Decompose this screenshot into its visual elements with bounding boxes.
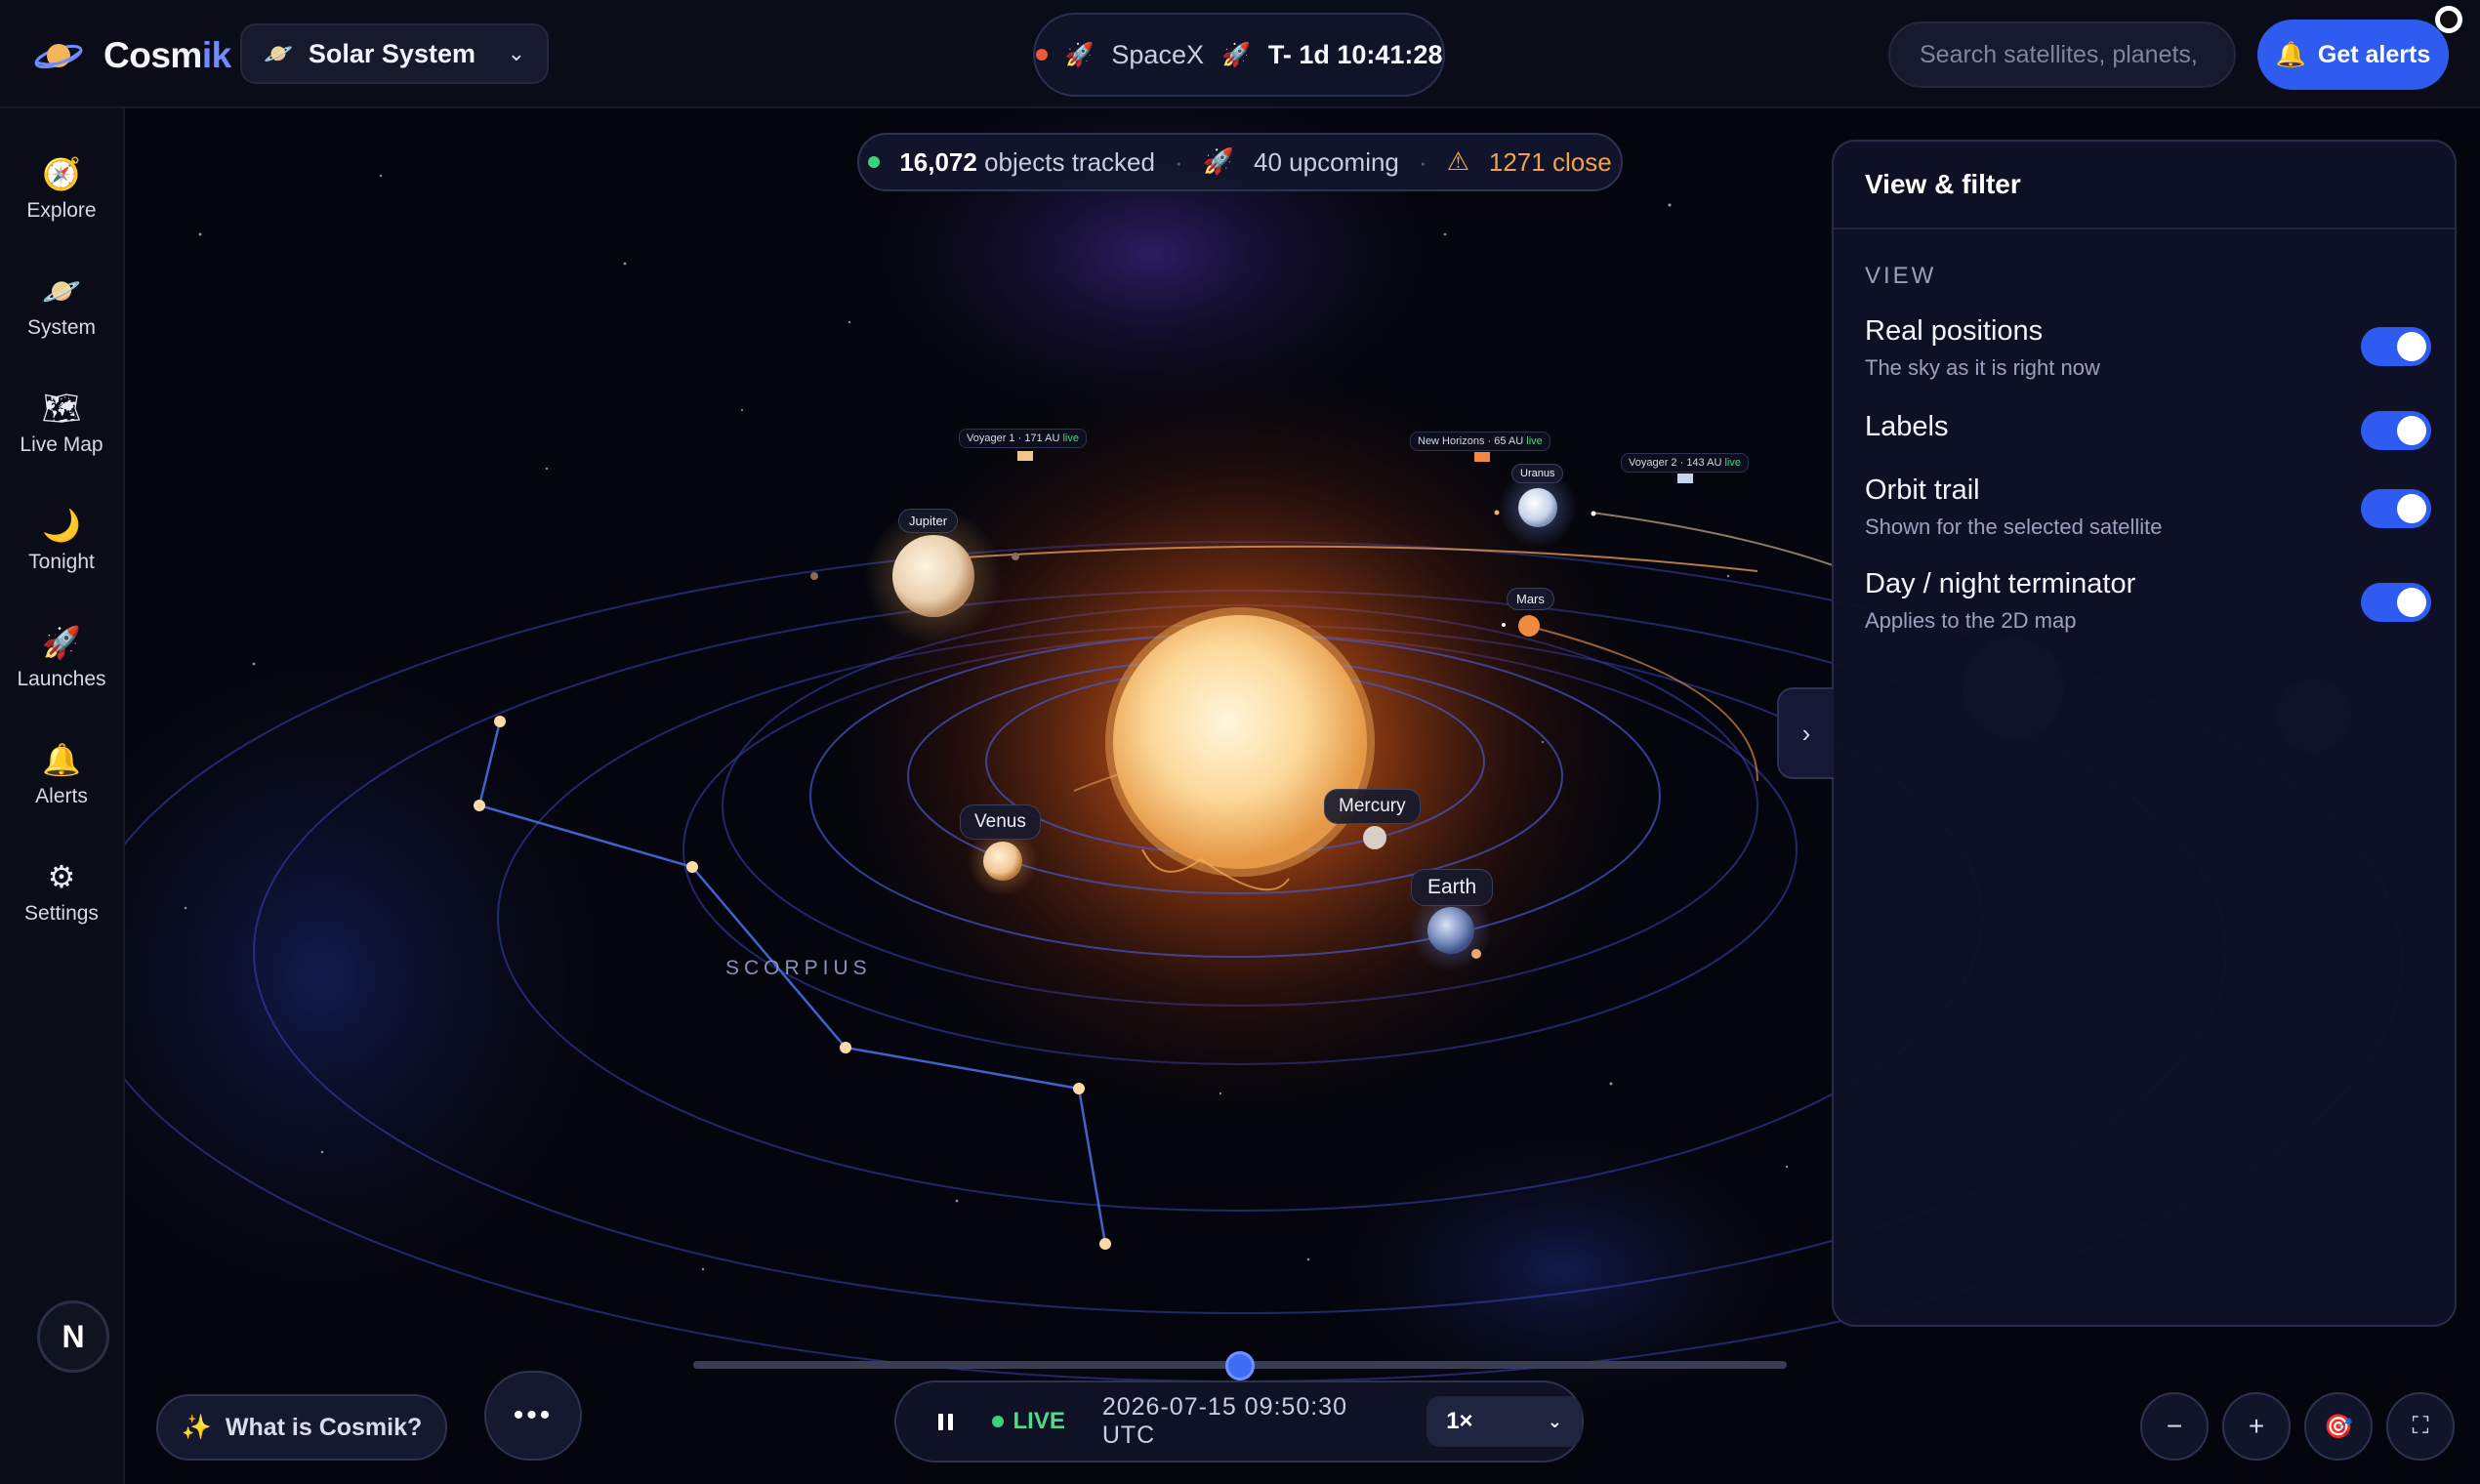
get-alerts-button[interactable]: 🔔 Get alerts [2257,20,2449,90]
target-icon: 🎯 [2324,1413,2353,1440]
time-controls: LIVE 2026-07-15 09:50:30 UTC 1× ⌄ [894,1381,1584,1463]
live-dot [991,1416,1004,1427]
tracked-label: objects tracked [984,146,1155,177]
warning-icon: ⚠ [1446,147,1469,177]
map-icon: 🗺 [41,390,82,427]
search-input[interactable] [1888,21,2236,88]
tracked-count: 16,072 [899,146,977,177]
view-filter-panel: View & filter VIEW Real positions The sk… [1832,140,2457,1327]
chevron-right-icon: › [1801,718,1811,748]
toggle-row-orbit-trail: Orbit trail Shown for the selected satel… [1865,474,2431,540]
bell-icon: 🔔 [42,741,81,778]
sidebar-item-settings[interactable]: ⚙ Settings [0,845,123,942]
sidebar-item-live-map[interactable]: 🗺 Live Map [0,376,123,474]
pause-icon [948,1413,954,1430]
toggle-label: Orbit trail [1865,474,1980,506]
sidebar-item-explore[interactable]: 🧭 Explore [0,142,123,239]
toggle-row-real-positions: Real positions The sky as it is right no… [1865,315,2431,381]
app-logo[interactable]: Cosmik [33,30,231,81]
bell-icon: 🔔 [2275,40,2306,68]
scope-selector[interactable]: 🪐 Solar System ⌄ [240,23,549,84]
planet-label-jupiter[interactable]: Jupiter [898,509,959,533]
toggle-label: Day / night terminator [1865,568,2136,599]
labels-toggle[interactable] [2361,411,2431,450]
planet-label-venus[interactable]: Venus [960,804,1041,840]
planet-icon: 🪐 [264,40,293,67]
chevron-down-icon: ⌄ [1547,1411,1562,1431]
panel-collapse-button[interactable]: › [1777,687,1834,779]
rocket-icon: 🚀 [42,624,81,661]
toggle-description: Applies to the 2D map [1865,608,2077,633]
toggle-label: Labels [1865,411,1949,442]
planet-label-uranus[interactable]: Uranus [1511,464,1564,483]
launch-countdown: T- 1d 10:41:28 [1267,39,1443,69]
fullscreen-icon: ⛶ [2412,1413,2429,1439]
sparkles-icon: ✨ [181,1413,212,1441]
planet-label-mars[interactable]: Mars [1507,588,1554,610]
orbit-trail-toggle[interactable] [2361,489,2431,528]
probe-label-new-horizons[interactable]: New Horizons · 65 AU live [1410,432,1550,451]
rocket-icon: 🚀 [1220,41,1251,68]
planet-label-mercury[interactable]: Mercury [1324,789,1421,824]
minus-icon: − [2166,1411,2183,1441]
toggle-label: Real positions [1865,315,2044,347]
zoom-out-button[interactable]: − [2140,1392,2209,1461]
tracking-stats: 16,072 objects tracked · 🚀 40 upcoming ·… [857,133,1623,191]
recenter-button[interactable]: 🎯 [2304,1392,2373,1461]
top-bar: Cosmik 🪐 Solar System ⌄ 🚀 SpaceX 🚀 T- 1d… [0,0,2480,108]
more-options-button[interactable]: ••• [484,1371,582,1461]
avatar[interactable]: N [37,1300,109,1373]
speed-selector[interactable]: 1× ⌄ [1426,1396,1582,1447]
zoom-in-button[interactable]: + [2222,1392,2291,1461]
status-dot [868,156,881,168]
probe-label-voyager-1[interactable]: Voyager 1 · 171 AU live [959,429,1087,448]
gear-icon: ⚙ [47,858,76,895]
sidebar-item-launches[interactable]: 🚀 Launches [0,610,123,708]
probe-label-voyager-2[interactable]: Voyager 2 · 143 AU live [1621,453,1749,473]
panel-title: View & filter [1834,142,2455,229]
fullscreen-button[interactable]: ⛶ [2386,1392,2455,1461]
stats-separator: · [1174,146,1183,177]
live-indicator[interactable]: LIVE [991,1408,1065,1435]
rocket-icon: 🚀 [1202,147,1235,177]
planet-label-earth[interactable]: Earth [1411,869,1494,906]
section-heading-view: VIEW [1865,263,1937,289]
sidebar-nav: 🧭 Explore 🪐 System 🗺 Live Map 🌙 Tonight … [0,108,125,1484]
app-name: Cosmik [103,35,231,75]
sidebar-item-alerts[interactable]: 🔔 Alerts [0,727,123,825]
moon-icon: 🌙 [42,507,81,544]
sidebar-item-system[interactable]: 🪐 System [0,259,123,356]
real-positions-toggle[interactable] [2361,327,2431,366]
day-night-terminator-toggle[interactable] [2361,583,2431,622]
toggle-row-day-night: Day / night terminator Applies to the 2D… [1865,568,2431,634]
pause-button[interactable] [922,1397,971,1446]
next-launch-pill[interactable]: 🚀 SpaceX 🚀 T- 1d 10:41:28 [1033,13,1445,97]
speed-value: 1× [1446,1408,1473,1434]
toggle-row-labels: Labels [1865,411,2431,450]
status-indicator [2435,6,2462,33]
sidebar-item-tonight[interactable]: 🌙 Tonight [0,493,123,591]
constellation-label: SCORPIUS [725,957,872,979]
launch-agency: SpaceX [1111,39,1204,69]
planet-logo-icon [34,44,83,69]
toggle-description: The sky as it is right now [1865,355,2100,380]
ellipsis-icon: ••• [513,1399,554,1431]
timeline-scrubber-thumb[interactable] [1225,1351,1255,1381]
planet-icon: 🪐 [42,272,81,309]
close-approach-count[interactable]: 1271 close [1489,147,1612,178]
pause-icon [938,1413,944,1430]
rocket-icon: 🚀 [1064,41,1095,68]
launch-status-dot [1035,49,1048,61]
upcoming-count[interactable]: 40 upcoming [1254,147,1399,178]
stats-separator: · [1418,146,1427,177]
toggle-description: Shown for the selected satellite [1865,515,2163,539]
plus-icon: + [2248,1411,2265,1441]
chevron-down-icon: ⌄ [507,41,525,65]
current-datetime: 2026-07-15 09:50:30 UTC [1101,1393,1347,1449]
compass-icon: 🧭 [42,155,81,192]
what-is-cosmik-button[interactable]: ✨ What is Cosmik? [156,1394,447,1461]
scope-selected-value: Solar System [308,38,475,68]
